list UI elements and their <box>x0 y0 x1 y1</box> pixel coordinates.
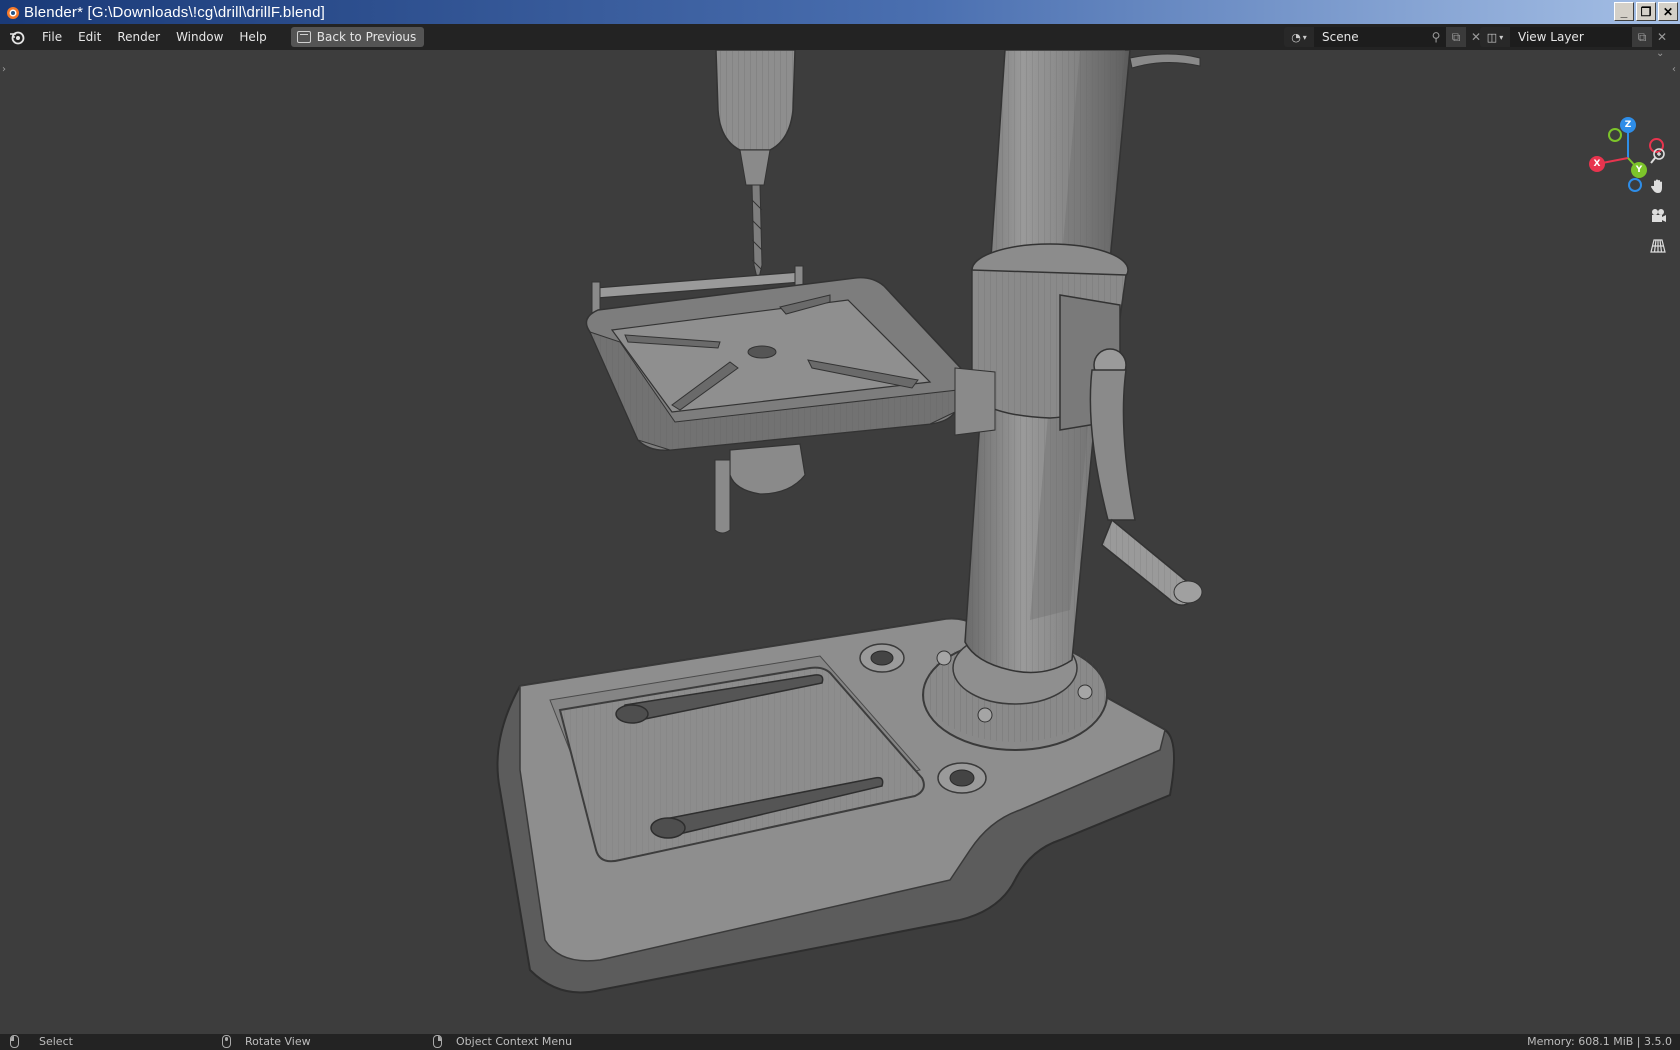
new-view-layer-icon[interactable]: ⧉ <box>1632 27 1652 47</box>
scene-selector: ◔ ▾ Scene ⚲ ⧉ ✕ <box>1284 27 1486 47</box>
back-to-previous-button[interactable]: Back to Previous <box>290 27 425 47</box>
base-plate <box>496 617 1175 994</box>
restore-button[interactable]: ❐ <box>1636 2 1656 21</box>
drill-table <box>585 276 996 534</box>
blender-app-icon <box>7 7 19 19</box>
window-controls: _ ❐ ✕ <box>1614 2 1678 21</box>
chevron-down-icon: ▾ <box>1499 32 1504 42</box>
crank-handle <box>1089 348 1203 606</box>
gizmo-neg-z-axis[interactable] <box>1628 178 1642 192</box>
scene-browse-button[interactable]: ◔ ▾ <box>1284 27 1314 47</box>
menu-help[interactable]: Help <box>231 27 274 47</box>
scene-name-field[interactable]: Scene <box>1314 27 1426 47</box>
menu-file[interactable]: File <box>34 27 70 47</box>
blender-window: Blender* [G:\Downloads\!cg\drill\drillF.… <box>0 0 1680 1050</box>
delete-view-layer-icon[interactable]: ✕ <box>1652 27 1672 47</box>
close-button[interactable]: ✕ <box>1658 2 1678 21</box>
drill-chuck <box>715 50 796 283</box>
window-title: Blender* [G:\Downloads\!cg\drill\drillF.… <box>24 3 326 21</box>
status-bar: Select Rotate View Object Context Menu M… <box>0 1034 1680 1050</box>
scene-icon: ◔ <box>1291 30 1301 44</box>
mouse-left-icon <box>10 1035 19 1048</box>
zoom-icon[interactable] <box>1644 142 1672 170</box>
pan-hand-icon[interactable] <box>1644 172 1672 200</box>
top-cable <box>1129 53 1201 69</box>
back-to-previous-label: Back to Previous <box>316 30 417 44</box>
view-layer-icon: ◫ <box>1486 30 1498 44</box>
status-context: Object Context Menu <box>433 1035 572 1048</box>
sidebar-expand-icon[interactable]: ‹ <box>1672 64 1676 75</box>
mouse-right-icon <box>433 1035 442 1048</box>
status-select-label: Select <box>39 1035 73 1048</box>
new-scene-icon[interactable]: ⧉ <box>1446 27 1466 47</box>
memory-usage: Memory: 608.1 MiB | 3.5.0 <box>1527 1035 1672 1048</box>
gizmo-y-axis[interactable]: Y <box>1631 162 1647 178</box>
status-rotate-label: Rotate View <box>245 1035 311 1048</box>
gizmo-x-axis[interactable]: X <box>1589 156 1605 172</box>
view-layer-selector: ◫ ▾ View Layer ⧉ ✕ <box>1480 27 1672 47</box>
status-context-label: Object Context Menu <box>456 1035 573 1048</box>
drill-press-model <box>496 50 1203 994</box>
menu-render[interactable]: Render <box>109 27 168 47</box>
status-rotate: Rotate View <box>222 1035 311 1048</box>
status-select: Select <box>10 1035 73 1048</box>
view-layer-browse-button[interactable]: ◫ ▾ <box>1480 27 1510 47</box>
perspective-grid-icon[interactable] <box>1644 232 1672 260</box>
header-collapse-icon[interactable]: ⌄ <box>1656 50 1664 59</box>
blender-menu-icon[interactable] <box>6 26 28 48</box>
toolbar-expand-icon[interactable]: › <box>2 64 6 75</box>
gizmo-z-axis[interactable]: Z <box>1620 117 1636 133</box>
top-menubar: File Edit Render Window Help Back to Pre… <box>0 24 1680 50</box>
pin-icon[interactable]: ⚲ <box>1426 27 1446 47</box>
mouse-middle-icon <box>222 1035 231 1048</box>
menu-edit[interactable]: Edit <box>70 27 109 47</box>
menu-window[interactable]: Window <box>168 27 231 47</box>
screen-icon <box>296 31 311 43</box>
minimize-button[interactable]: _ <box>1614 2 1634 21</box>
gizmo-neg-y-axis[interactable] <box>1608 128 1622 142</box>
3d-viewport[interactable]: › ‹ ⌄ Z X Y <box>0 50 1680 1034</box>
window-titlebar: Blender* [G:\Downloads\!cg\drill\drillF.… <box>0 0 1680 24</box>
chevron-down-icon: ▾ <box>1302 32 1307 42</box>
view-layer-name-field[interactable]: View Layer <box>1510 27 1632 47</box>
camera-icon[interactable] <box>1644 202 1672 230</box>
